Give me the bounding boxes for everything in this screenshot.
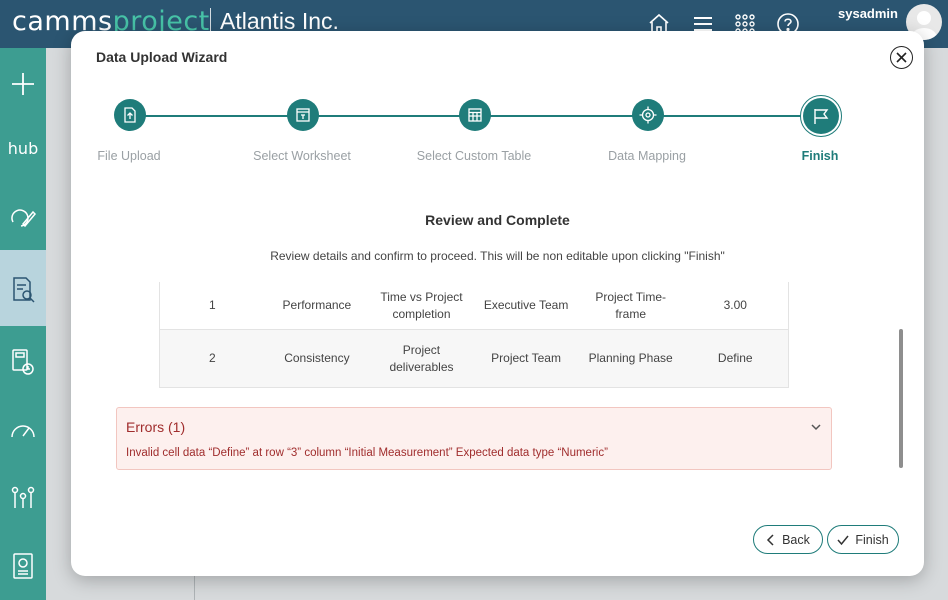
step-file-upload[interactable] xyxy=(114,99,146,131)
step-select-custom-table[interactable] xyxy=(459,99,491,131)
add-icon[interactable] xyxy=(7,68,39,100)
step-label-data-mapping: Data Mapping xyxy=(608,149,686,163)
back-button-label: Back xyxy=(782,532,810,547)
report-icon[interactable] xyxy=(7,550,39,582)
back-button[interactable]: Back xyxy=(753,525,823,554)
finish-button-label: Finish xyxy=(855,532,889,547)
table-cell: 3.00 xyxy=(723,298,747,312)
gauge-icon[interactable] xyxy=(7,414,39,446)
errors-title[interactable]: Errors (1) xyxy=(126,419,185,435)
table-cell: Planning Phase xyxy=(588,351,673,365)
file-upload-icon xyxy=(124,107,136,123)
chevron-left-icon xyxy=(767,533,774,546)
scrollbar-thumb[interactable] xyxy=(899,329,903,468)
table-cell: Project deliverables xyxy=(389,342,454,374)
left-navigation: hub xyxy=(0,48,46,600)
section-description: Review details and confirm to proceed. T… xyxy=(270,249,725,263)
step-finish[interactable] xyxy=(800,95,842,137)
finish-button[interactable]: Finish xyxy=(827,525,899,554)
data-upload-wizard-modal: Data Upload Wizard File Upload Select Wo… xyxy=(71,31,924,576)
table-cell: Executive Team xyxy=(483,298,569,312)
step-label-finish: Finish xyxy=(801,149,839,163)
table-cell: 1 xyxy=(208,298,216,312)
document-search-icon[interactable] xyxy=(7,274,39,306)
table-cell: Performance xyxy=(282,298,352,312)
step-label-file-upload: File Upload xyxy=(97,149,161,163)
step-select-worksheet[interactable] xyxy=(287,99,319,131)
close-icon xyxy=(896,52,907,63)
table-cell: Define xyxy=(717,351,753,365)
table-icon xyxy=(468,108,482,122)
check-icon xyxy=(837,535,849,545)
review-table: 1 Performance Time vs Project completion… xyxy=(159,282,789,388)
calculator-clock-icon[interactable] xyxy=(7,346,39,378)
username-label[interactable]: sysadmin xyxy=(838,6,898,21)
flag-icon xyxy=(814,109,829,124)
table-cell: Time vs Project completion xyxy=(380,289,463,321)
table-cell: Project Time-frame xyxy=(595,289,667,321)
modal-title: Data Upload Wizard xyxy=(96,49,228,65)
target-icon xyxy=(639,106,657,124)
step-label-select-worksheet: Select Worksheet xyxy=(253,149,351,163)
table-row: 1 Performance Time vs Project completion… xyxy=(160,282,788,330)
org-chart-icon[interactable] xyxy=(7,482,39,514)
close-button[interactable] xyxy=(890,46,913,69)
table-cell: 2 xyxy=(208,351,216,365)
table-cell: Project Team xyxy=(491,351,561,365)
errors-panel: Errors (1) Invalid cell data “Define” at… xyxy=(116,407,832,470)
error-message: Invalid cell data “Define” at row “3” co… xyxy=(126,447,608,459)
section-title: Review and Complete xyxy=(425,212,570,228)
edit-cycle-icon[interactable] xyxy=(7,202,39,234)
hub-nav-item[interactable]: hub xyxy=(7,132,39,164)
chevron-down-icon[interactable] xyxy=(809,420,823,434)
table-row: 2 Consistency Project deliverables Proje… xyxy=(160,330,788,387)
step-label-select-custom-table: Select Custom Table xyxy=(416,149,532,163)
worksheet-icon xyxy=(296,108,310,122)
step-data-mapping[interactable] xyxy=(632,99,664,131)
step-finish-inner xyxy=(803,98,839,134)
table-cell: Consistency xyxy=(284,351,350,365)
